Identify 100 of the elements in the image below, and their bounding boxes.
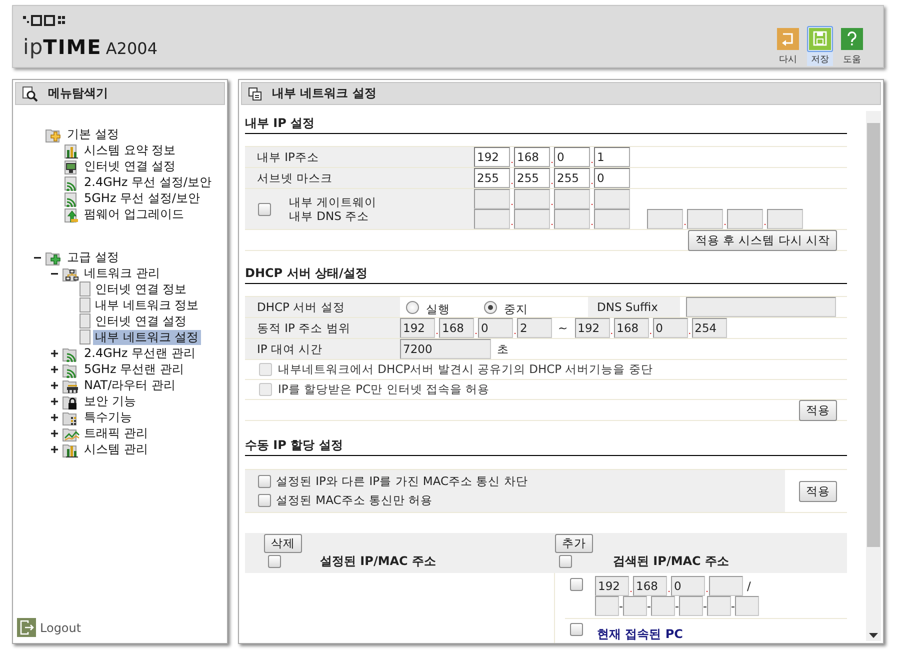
address-field[interactable]: [595, 596, 619, 616]
undo-button[interactable]: 다시: [775, 26, 801, 66]
separator-text: .: [510, 217, 514, 229]
apply-restart-button[interactable]: 적용 후 시스템 다시 시작: [688, 230, 837, 250]
menu-item[interactable]: 트래픽 관리: [82, 426, 150, 440]
separator-text: .: [648, 326, 653, 338]
address-field[interactable]: 2: [517, 318, 552, 338]
address-field[interactable]: [709, 576, 743, 596]
address-field[interactable]: [514, 209, 550, 229]
address-field[interactable]: 0: [671, 576, 705, 596]
address-field[interactable]: [651, 596, 675, 616]
address-field[interactable]: [594, 189, 630, 209]
save-button[interactable]: 저장: [807, 26, 833, 66]
apply-button[interactable]: 적용: [799, 400, 837, 420]
address-field[interactable]: [554, 189, 590, 209]
menu-item[interactable]: 내부 네트워크 정보: [93, 298, 201, 312]
address-field[interactable]: 0: [554, 147, 590, 167]
separator-text: .: [667, 584, 671, 596]
menu-item[interactable]: 2.4GHz 무선 설정/보안: [82, 174, 214, 190]
column-title: 검색된 IP/MAC 주소: [613, 552, 730, 570]
address-field[interactable]: [735, 596, 759, 616]
separator-text: .: [550, 197, 554, 209]
address-field[interactable]: 0: [594, 168, 630, 188]
checkbox[interactable]: [570, 578, 583, 591]
address-field[interactable]: [623, 596, 647, 616]
separator-text: .: [590, 217, 594, 229]
address-field[interactable]: [514, 189, 550, 209]
expand-icon[interactable]: [50, 430, 58, 436]
lease-time-field[interactable]: 7200: [400, 339, 491, 359]
menu-item[interactable]: 기본 설정: [65, 126, 121, 142]
menu-item[interactable]: 고급 설정: [65, 250, 121, 264]
checkbox[interactable]: [258, 494, 271, 507]
menu-item[interactable]: 2.4GHz 무선랜 관리: [82, 346, 198, 360]
scroll-down-icon[interactable]: [869, 633, 878, 638]
scrollbar-thumb[interactable]: [867, 123, 880, 547]
menu-item[interactable]: 특수기능: [82, 410, 134, 424]
checkbox[interactable]: [570, 623, 583, 636]
menu-item[interactable]: 내부 네트워크 설정: [93, 330, 201, 344]
checkbox[interactable]: [258, 202, 271, 216]
menu-item[interactable]: 시스템 관리: [82, 442, 150, 456]
address-field[interactable]: 255: [514, 168, 550, 188]
logout-link[interactable]: Logout: [40, 620, 82, 634]
address-field[interactable]: 1: [594, 147, 630, 167]
menu-item[interactable]: 인터넷 연결 설정: [82, 158, 178, 174]
menu-item[interactable]: NAT/라우터 관리: [82, 378, 178, 392]
address-field[interactable]: 0: [652, 318, 688, 338]
menu-item[interactable]: 5GHz 무선 설정/보안: [82, 190, 202, 206]
address-field[interactable]: 192: [474, 147, 510, 167]
address-field[interactable]: [707, 596, 731, 616]
separator-text: .: [435, 326, 439, 338]
radio-button[interactable]: [484, 300, 497, 314]
address-field[interactable]: 255: [554, 168, 590, 188]
address-field[interactable]: 168: [614, 318, 649, 338]
address-field[interactable]: 192: [400, 318, 435, 338]
address-field[interactable]: 168: [514, 147, 550, 167]
address-field[interactable]: [727, 209, 763, 229]
separator-text: -: [647, 600, 651, 612]
address-field[interactable]: 254: [692, 318, 727, 338]
add-button[interactable]: 추가: [555, 534, 593, 553]
expand-icon[interactable]: [50, 398, 58, 404]
expand-icon[interactable]: [50, 350, 58, 356]
address-field[interactable]: [594, 209, 630, 229]
logout-icon: [17, 618, 36, 637]
address-field[interactable]: 192: [595, 576, 629, 596]
menu-item[interactable]: 펌웨어 업그레이드: [82, 206, 186, 222]
checkbox[interactable]: [559, 555, 572, 568]
address-field[interactable]: [554, 209, 590, 229]
checkbox[interactable]: [258, 475, 271, 488]
separator-text: .: [510, 155, 514, 167]
address-field[interactable]: [679, 596, 703, 616]
expand-icon[interactable]: [50, 414, 58, 420]
dns-suffix-field[interactable]: [686, 297, 836, 317]
separator-text: .: [513, 326, 517, 338]
menu-item[interactable]: 보안 기능: [82, 394, 138, 408]
menu-item[interactable]: 네트워크 관리: [82, 266, 162, 280]
expand-icon[interactable]: [50, 366, 58, 372]
expand-icon[interactable]: [50, 382, 58, 388]
separator-text: .: [590, 155, 594, 167]
address-field[interactable]: [767, 209, 803, 229]
address-field[interactable]: 255: [474, 168, 510, 188]
address-field[interactable]: 192: [574, 318, 610, 338]
apply-button[interactable]: 적용: [799, 480, 837, 502]
menu-item[interactable]: 인터넷 연결 설정: [93, 314, 189, 328]
address-field[interactable]: [474, 209, 510, 229]
help-button[interactable]: 도움: [839, 26, 865, 66]
radio-button[interactable]: [406, 300, 419, 314]
menu-item[interactable]: 시스템 요약 정보: [82, 142, 178, 158]
option-label: 내부네트워크에서 DHCP서버 발견시 공유기의 DHCP 서버기능을 중단: [278, 362, 653, 377]
expand-icon[interactable]: [50, 446, 58, 452]
address-field[interactable]: [647, 209, 683, 229]
address-field[interactable]: 168: [439, 318, 474, 338]
address-field[interactable]: [474, 189, 510, 209]
delete-button[interactable]: 삭제: [264, 534, 302, 553]
menu-item[interactable]: 인터넷 연결 정보: [93, 282, 189, 296]
menu-item[interactable]: 5GHz 무선랜 관리: [82, 362, 186, 376]
address-field[interactable]: 0: [478, 318, 513, 338]
address-field[interactable]: 168: [633, 576, 667, 596]
address-field[interactable]: [687, 209, 723, 229]
checkbox[interactable]: [268, 555, 281, 568]
field-label: 내부 IP주소: [257, 150, 319, 164]
